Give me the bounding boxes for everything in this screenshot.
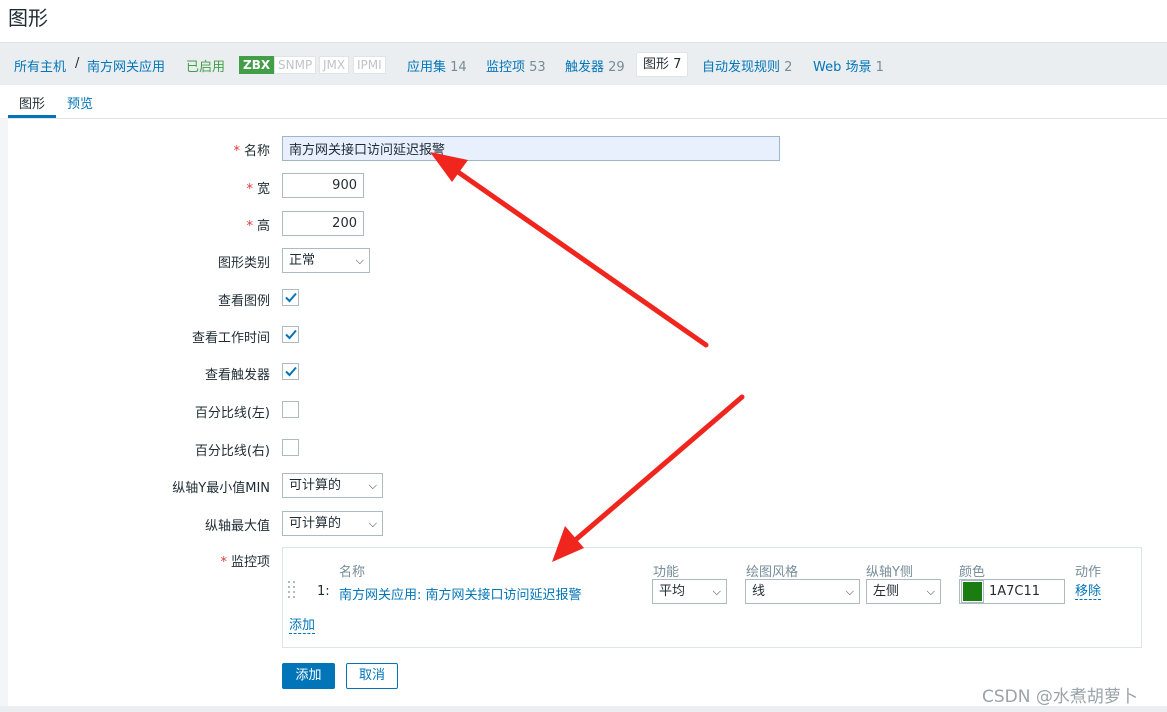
chevron-down-icon: ⌵ bbox=[712, 585, 721, 598]
item-draw-style-value: 线 bbox=[752, 584, 766, 599]
web-label: Web 场景 bbox=[813, 60, 872, 75]
required-marker: * bbox=[233, 144, 240, 159]
tab-graph[interactable]: 图形 bbox=[19, 93, 45, 112]
percentile-right-checkbox[interactable] bbox=[282, 439, 299, 456]
name-label: * 名称 bbox=[233, 140, 270, 159]
show-working-time-label: 查看工作时间 bbox=[191, 331, 270, 346]
discovery-count: 2 bbox=[784, 60, 793, 75]
applications-count: 14 bbox=[450, 60, 467, 75]
items-label: 监控项 bbox=[486, 60, 526, 75]
checkmark-icon bbox=[285, 329, 297, 340]
color-swatch[interactable] bbox=[961, 580, 984, 603]
required-marker: * bbox=[220, 555, 227, 570]
graph-type-value: 正常 bbox=[289, 253, 316, 268]
items-header-function: 功能 bbox=[653, 565, 680, 580]
checkmark-icon bbox=[285, 292, 297, 303]
graphs-link-current[interactable]: 图形 7 bbox=[636, 52, 689, 77]
breadcrumb-separator: / bbox=[75, 56, 80, 71]
items-header-action: 动作 bbox=[1075, 565, 1102, 580]
ymin-value: 可计算的 bbox=[289, 478, 342, 493]
graph-type-label: 图形类别 bbox=[217, 256, 270, 271]
discovery-label: 自动发现规则 bbox=[702, 60, 781, 75]
name-input[interactable] bbox=[282, 136, 780, 161]
left-frame bbox=[0, 118, 8, 712]
add-button[interactable]: 添加 bbox=[282, 663, 335, 689]
applications-label: 应用集 bbox=[407, 60, 447, 75]
percentile-left-checkbox[interactable] bbox=[282, 401, 299, 418]
web-count: 1 bbox=[875, 60, 884, 75]
items-header-draw-style: 绘图风格 bbox=[746, 565, 799, 580]
tab-preview[interactable]: 预览 bbox=[67, 93, 93, 112]
checkmark-icon bbox=[285, 366, 297, 377]
arrow-to-item bbox=[552, 394, 745, 562]
item-function-select[interactable]: 平均 ⌵ bbox=[652, 579, 727, 604]
graph-type-select[interactable]: 正常 ⌵ bbox=[282, 248, 370, 273]
tab-divider bbox=[0, 118, 1167, 119]
triggers-link[interactable]: 触发器 29 bbox=[565, 56, 625, 75]
item-name-link[interactable]: 南方网关应用: 南方网关接口访问延迟报警 bbox=[339, 584, 582, 603]
zbx-availability-badge: ZBX bbox=[239, 56, 275, 74]
chevron-down-icon: ⌵ bbox=[368, 479, 377, 492]
show-legend-label: 查看图例 bbox=[217, 294, 270, 309]
ymax-value: 可计算的 bbox=[289, 516, 342, 531]
height-label: * 高 bbox=[246, 215, 270, 234]
item-draw-style-select[interactable]: 线 ⌵ bbox=[745, 579, 860, 604]
triggers-label: 触发器 bbox=[565, 60, 605, 75]
items-header-color: 颜色 bbox=[959, 565, 986, 580]
all-hosts-link[interactable]: 所有主机 bbox=[14, 56, 66, 75]
ymax-label: 纵轴最大值 bbox=[204, 519, 270, 534]
jmx-availability-badge: JMX bbox=[319, 56, 350, 74]
show-triggers-checkbox[interactable] bbox=[282, 363, 299, 380]
item-function-value: 平均 bbox=[659, 584, 686, 599]
show-working-time-checkbox[interactable] bbox=[282, 326, 299, 343]
width-label-text: 宽 bbox=[256, 182, 270, 197]
items-header-name: 名称 bbox=[339, 565, 366, 580]
items-link[interactable]: 监控项 53 bbox=[486, 56, 546, 75]
discovery-rules-link[interactable]: 自动发现规则 2 bbox=[702, 56, 792, 75]
items-header-y-side: 纵轴Y侧 bbox=[866, 565, 913, 580]
height-input[interactable] bbox=[282, 211, 364, 236]
cancel-button[interactable]: 取消 bbox=[346, 663, 398, 689]
ymax-select[interactable]: 可计算的 ⌵ bbox=[282, 511, 383, 536]
web-scenarios-link[interactable]: Web 场景 1 bbox=[813, 56, 884, 75]
applications-link[interactable]: 应用集 14 bbox=[407, 56, 467, 75]
item-y-side-value: 左侧 bbox=[873, 584, 900, 599]
drag-handle-icon[interactable] bbox=[288, 580, 296, 602]
add-item-link[interactable]: 添加 bbox=[289, 618, 316, 634]
item-color-value[interactable]: 1A7C11 bbox=[989, 584, 1040, 599]
percentile-left-label: 百分比线(左) bbox=[194, 406, 270, 421]
graphs-label: 图形 bbox=[643, 57, 670, 72]
chevron-down-icon: ⌵ bbox=[845, 585, 854, 598]
width-label: * 宽 bbox=[246, 178, 270, 197]
chevron-down-icon: ⌵ bbox=[368, 517, 377, 530]
items-count: 53 bbox=[529, 60, 546, 75]
name-label-text: 名称 bbox=[243, 144, 270, 159]
height-label-text: 高 bbox=[256, 219, 270, 234]
page-title: 图形 bbox=[8, 6, 48, 30]
host-status[interactable]: 已启用 bbox=[186, 56, 225, 75]
arrow-to-name bbox=[430, 152, 709, 348]
host-navigation-bar: 所有主机 / 南方网关应用 已启用 ZBX SNMP JMX IPMI 应用集 … bbox=[0, 42, 1167, 85]
items-label: * 监控项 bbox=[220, 551, 270, 570]
graphs-count: 7 bbox=[673, 57, 682, 72]
remove-item-link[interactable]: 移除 bbox=[1075, 584, 1102, 600]
required-marker: * bbox=[246, 219, 253, 234]
required-marker: * bbox=[246, 182, 253, 197]
snmp-availability-badge: SNMP bbox=[274, 56, 317, 74]
ymin-label: 纵轴Y最小值MIN bbox=[172, 481, 270, 496]
host-link[interactable]: 南方网关应用 bbox=[87, 56, 165, 75]
show-legend-checkbox[interactable] bbox=[282, 289, 299, 306]
percentile-right-label: 百分比线(右) bbox=[194, 444, 270, 459]
item-row-number: 1: bbox=[317, 584, 330, 599]
item-y-side-select[interactable]: 左侧 ⌵ bbox=[866, 579, 941, 604]
ymin-select[interactable]: 可计算的 ⌵ bbox=[282, 473, 383, 498]
width-input[interactable] bbox=[282, 173, 364, 198]
chevron-down-icon: ⌵ bbox=[355, 254, 364, 267]
ipmi-availability-badge: IPMI bbox=[353, 56, 386, 74]
triggers-count: 29 bbox=[608, 60, 625, 75]
items-label-text: 监控项 bbox=[230, 555, 270, 570]
watermark: CSDN @水煮胡萝卜 bbox=[982, 687, 1138, 707]
chevron-down-icon: ⌵ bbox=[926, 585, 935, 598]
show-triggers-label: 查看触发器 bbox=[204, 368, 270, 383]
